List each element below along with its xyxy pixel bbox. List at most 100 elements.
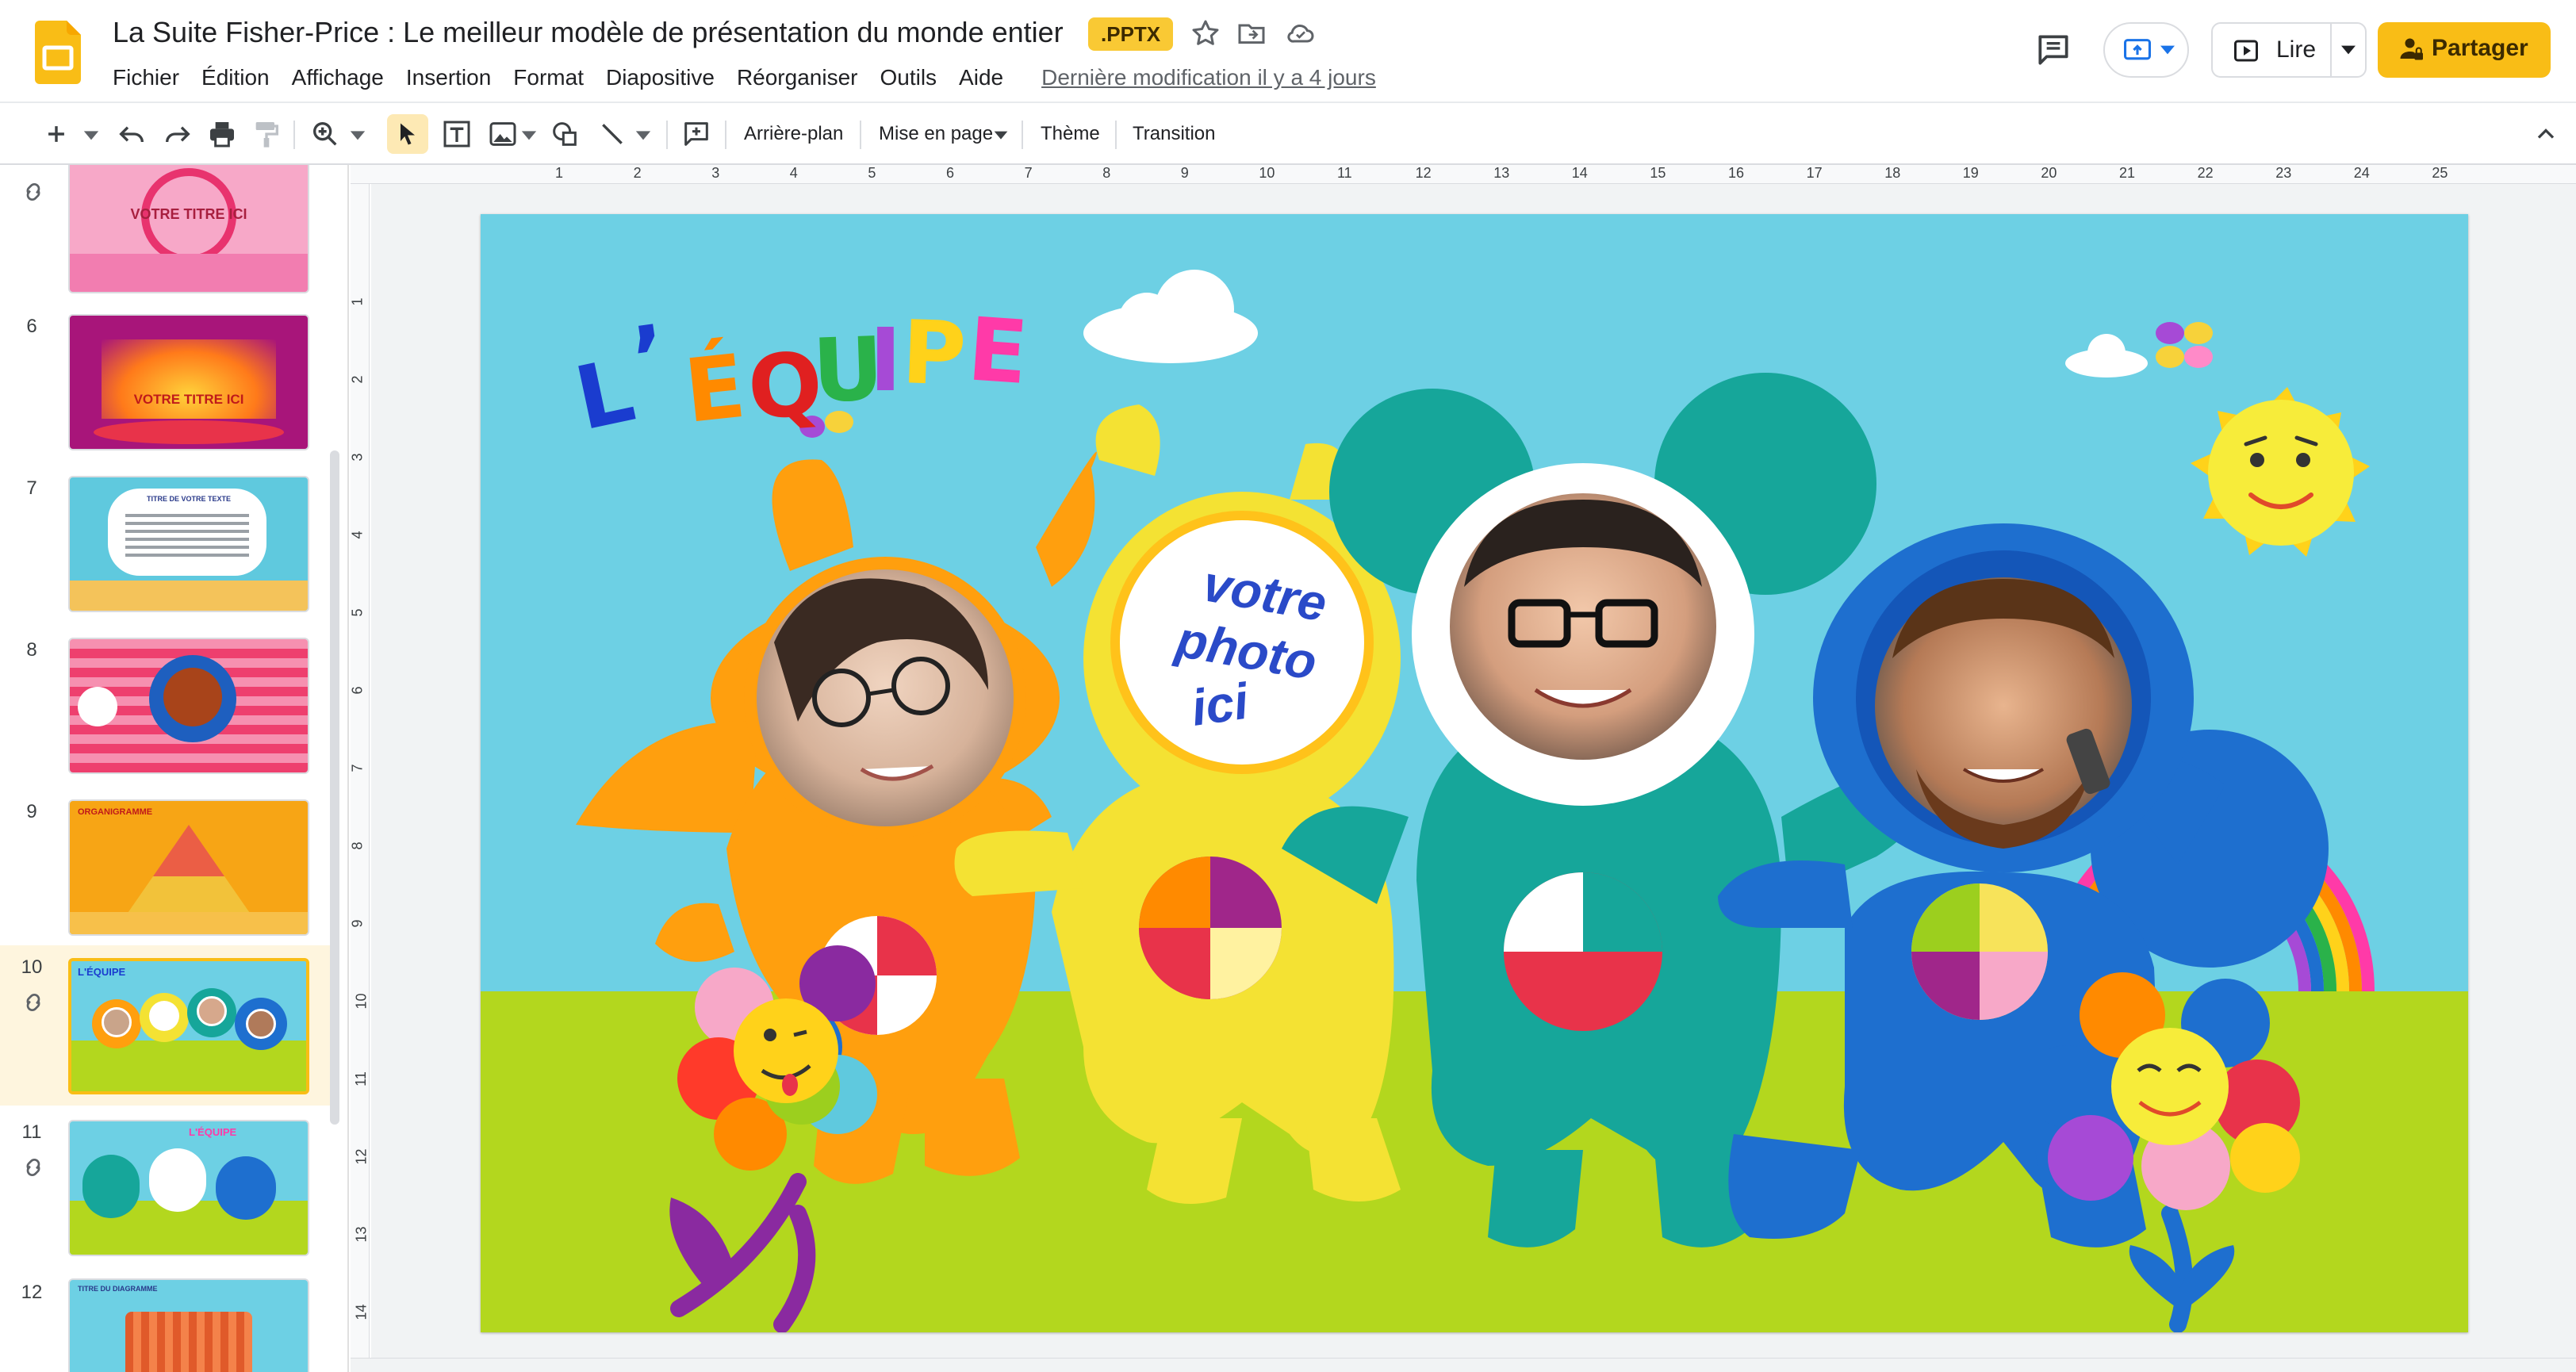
ruler-mark: 23	[2275, 165, 2292, 181]
horizontal-ruler[interactable]: 1 2 3 4 5 6 7 8 9 10 11 12 13 14 15 16 17 18 19 20 21 22 23 24 2…	[351, 165, 2576, 184]
ruler-mark: 7	[349, 764, 366, 772]
share-button[interactable]: Partager	[2378, 22, 2551, 78]
filmstrip-scrollbar[interactable]	[330, 450, 339, 1125]
line-chevron-icon[interactable]	[634, 114, 652, 154]
present-to-meeting-button[interactable]	[2103, 22, 2189, 78]
filmstrip-slide-9[interactable]: 9 ORGANIGRAMME	[0, 790, 333, 949]
menu-arrange[interactable]: Réorganiser	[726, 62, 869, 94]
comment-history-icon[interactable]	[2030, 30, 2076, 70]
new-slide-layout-chevron-icon[interactable]	[82, 114, 100, 154]
slide-thumbnail[interactable]: ORGANIGRAMME	[68, 799, 309, 936]
ruler-mark: 1	[349, 297, 366, 306]
thumb-caption: L'ÉQUIPE	[189, 1126, 237, 1138]
ruler-mark: 14	[1571, 165, 1588, 181]
ruler-mark: 21	[2119, 165, 2136, 181]
cloud-saved-icon[interactable]	[1285, 17, 1317, 49]
present-screen-icon	[2124, 39, 2151, 60]
text-box-icon[interactable]	[441, 114, 473, 154]
new-slide-plus-icon[interactable]	[43, 114, 70, 154]
ruler-mark: 13	[353, 1226, 370, 1243]
paint-format-icon[interactable]	[251, 114, 282, 154]
collapse-toolbar-chevron-up-icon[interactable]	[2532, 114, 2560, 154]
current-slide[interactable]: votre photo ici L ’ É Q U I P E	[481, 214, 2468, 1332]
slideshow-options-chevron-icon[interactable]	[2341, 44, 2356, 56]
ruler-mark: 11	[1337, 165, 1352, 181]
filmstrip-slide-11[interactable]: 11 L'ÉQUIPE	[0, 1110, 333, 1269]
slide-thumbnail[interactable]: TITRE DE VOTRE TEXTE	[68, 476, 309, 612]
ruler-mark: 4	[349, 531, 366, 539]
slides-logo-icon[interactable]	[35, 21, 81, 84]
slide-thumbnail[interactable]: VOTRE TITRE ICI	[68, 165, 309, 293]
vertical-ruler[interactable]: 1 2 3 4 5 6 7 8 9 10 11 12 13 14	[349, 184, 370, 1358]
toolbar: Arrière-plan Mise en page Thème Transiti…	[0, 102, 2576, 165]
ruler-mark: 18	[1884, 165, 1901, 181]
menu-format[interactable]: Format	[502, 62, 595, 94]
ruler-mark: 19	[1962, 165, 1979, 181]
menu-edit[interactable]: Édition	[190, 62, 281, 94]
ruler-mark: 13	[1493, 165, 1510, 181]
shape-icon[interactable]	[549, 114, 581, 154]
ruler-mark: 12	[353, 1148, 370, 1165]
background-button[interactable]: Arrière-plan	[744, 114, 843, 154]
menu-view[interactable]: Affichage	[281, 62, 395, 94]
document-title[interactable]: La Suite Fisher-Price : Le meilleur modè…	[113, 16, 1064, 49]
star-icon[interactable]	[1190, 17, 1221, 49]
menu-insert[interactable]: Insertion	[395, 62, 502, 94]
menu-tools[interactable]: Outils	[868, 62, 948, 94]
linked-slide-icon	[26, 994, 40, 1011]
redo-icon[interactable]	[162, 114, 194, 154]
photo-placeholder-line-3: ici	[1188, 672, 1253, 736]
slide-thumbnail[interactable]: L'ÉQUIPE	[68, 1120, 309, 1256]
slide-thumbnail[interactable]	[68, 638, 309, 774]
ruler-mark: 24	[2353, 165, 2370, 181]
ruler-mark: 12	[1415, 165, 1432, 181]
ruler-mark: 1	[555, 165, 564, 181]
zoom-icon[interactable]	[309, 114, 341, 154]
filmstrip-slide-10[interactable]: 10 L'ÉQUIPE	[0, 945, 333, 1106]
line-icon[interactable]	[596, 114, 628, 154]
move-to-folder-icon[interactable]	[1236, 17, 1267, 49]
last-edit-link[interactable]: Dernière modification il y a 4 jours	[1041, 65, 1376, 90]
ruler-mark: 4	[789, 165, 798, 181]
filmstrip-slide-12[interactable]: 12 TITRE DU DIAGRAMME	[0, 1270, 333, 1372]
ruler-mark: 22	[2197, 165, 2214, 181]
insert-image-icon[interactable]	[487, 114, 519, 154]
thumb-caption: VOTRE TITRE ICI	[130, 206, 247, 222]
layout-chevron-icon[interactable]	[993, 114, 1009, 154]
slide-filmstrip: VOTRE TITRE ICI 6 VOTRE TITRE ICI 7 TITR…	[0, 165, 349, 1372]
slide-number: 10	[21, 956, 43, 978]
filmstrip-slide-5[interactable]: VOTRE TITRE ICI	[0, 165, 333, 308]
menu-slide[interactable]: Diapositive	[595, 62, 726, 94]
filmstrip-slide-7[interactable]: 7 TITRE DE VOTRE TEXTE	[0, 466, 333, 625]
menu-bar: Fichier Édition Affichage Insertion Form…	[102, 62, 1376, 94]
add-comment-icon[interactable]	[680, 114, 712, 154]
speaker-notes-resize-handle[interactable]	[351, 1358, 2576, 1372]
filmstrip-slide-8[interactable]: 8	[0, 628, 333, 787]
transition-button[interactable]: Transition	[1133, 114, 1215, 154]
slide-thumbnail[interactable]: L'ÉQUIPE	[68, 958, 309, 1094]
slideshow-button[interactable]: Lire	[2211, 22, 2367, 78]
ruler-mark: 8	[1102, 165, 1111, 181]
select-tool-button[interactable]	[387, 114, 428, 154]
share-label: Partager	[2432, 35, 2528, 61]
title-letter: E	[964, 298, 1031, 404]
layout-button[interactable]: Mise en page	[879, 114, 993, 154]
print-icon[interactable]	[206, 114, 238, 154]
zoom-chevron-icon[interactable]	[349, 114, 366, 154]
start-slideshow-button[interactable]: Lire	[2213, 24, 2330, 76]
filmstrip-slide-6[interactable]: 6 VOTRE TITRE ICI	[0, 305, 333, 463]
app-header: La Suite Fisher-Price : Le meilleur modè…	[0, 0, 2576, 100]
beach-ball-belly-graphic	[1504, 872, 1662, 1031]
ruler-mark: 11	[352, 1071, 369, 1086]
slide-thumbnail[interactable]: VOTRE TITRE ICI	[68, 314, 309, 450]
theme-button[interactable]: Thème	[1041, 114, 1100, 154]
undo-icon[interactable]	[116, 114, 148, 154]
image-chevron-icon[interactable]	[520, 114, 538, 154]
menu-help[interactable]: Aide	[948, 62, 1014, 94]
linked-slide-icon	[26, 1159, 40, 1176]
slide-thumbnail[interactable]: TITRE DU DIAGRAMME	[68, 1278, 309, 1372]
title-letter: É	[680, 335, 749, 443]
menu-file[interactable]: Fichier	[102, 62, 190, 94]
toolbar-separator	[666, 121, 668, 149]
thumb-caption: TITRE DU DIAGRAMME	[78, 1285, 158, 1293]
